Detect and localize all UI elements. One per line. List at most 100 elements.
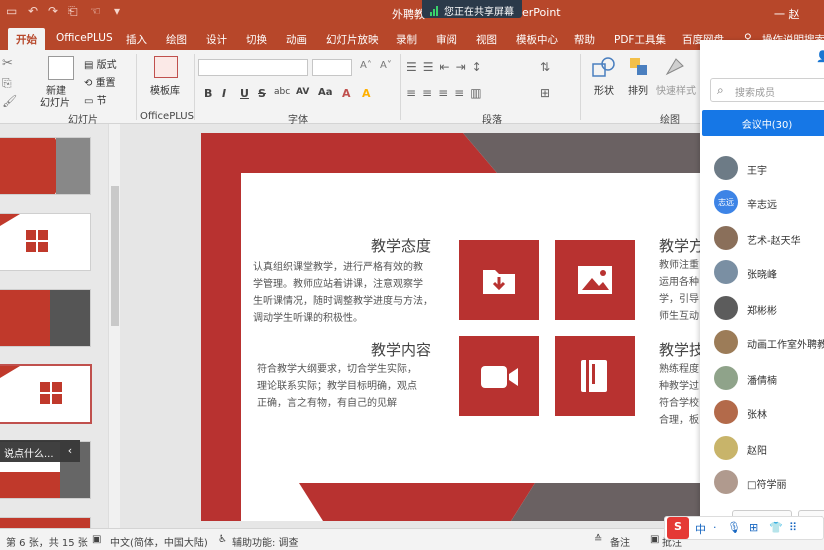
quick-access-icon[interactable]: ⎗ <box>68 4 78 19</box>
avatar <box>714 260 738 284</box>
tab-help[interactable]: 帮助 <box>574 32 595 47</box>
font-color-button[interactable]: A <box>342 87 351 100</box>
notes-button[interactable]: 备注 <box>610 534 630 549</box>
shadow-button[interactable]: abc <box>274 87 290 97</box>
member-item[interactable]: 赵阳 <box>714 436 824 462</box>
new-slide-icon[interactable] <box>48 56 74 80</box>
char-spacing-button[interactable]: AV <box>296 87 309 97</box>
tab-view[interactable]: 视图 <box>476 32 497 47</box>
language-indicator[interactable]: 中文(简体，中国大陆) <box>110 534 208 549</box>
slide-thumbnail-3[interactable] <box>0 214 90 270</box>
tab-slideshow[interactable]: 幻灯片放映 <box>326 32 379 47</box>
slide-thumbnail-8[interactable] <box>0 518 90 528</box>
font-name-dropdown[interactable] <box>198 59 308 76</box>
tab-officeplus[interactable]: OfficePLUS <box>56 32 113 44</box>
smartart-icon[interactable]: ⊞ <box>540 86 550 100</box>
spell-check-icon[interactable]: ▣ <box>92 534 101 545</box>
quick-styles-label[interactable]: 快速样式 <box>656 82 696 97</box>
tab-pdf-tools[interactable]: PDF工具集 <box>614 32 666 47</box>
tab-design[interactable]: 设计 <box>206 32 227 47</box>
list-buttons[interactable]: ☰☰⇤⇥↕ <box>406 60 488 74</box>
member-item[interactable]: 张晓峰 <box>714 260 824 286</box>
template-library-icon[interactable] <box>154 56 178 78</box>
sogou-logo-icon[interactable]: S <box>667 517 689 539</box>
bold-button[interactable]: B <box>204 87 212 100</box>
strikethrough-button[interactable]: S <box>258 87 266 100</box>
image-icon <box>578 266 612 294</box>
save-icon[interactable]: ▭ <box>6 4 17 18</box>
accessibility-status[interactable]: 辅助功能: 调查 <box>232 534 299 549</box>
copy-icon[interactable]: ⎘ <box>2 76 22 94</box>
search-members-input[interactable]: ⌕ 搜索成员 <box>710 78 824 102</box>
slide-thumbnail-4[interactable] <box>0 290 90 346</box>
underline-button[interactable]: U <box>240 87 249 100</box>
scrollbar-thumb[interactable] <box>111 186 119 326</box>
cut-icon[interactable]: ✂ <box>2 56 22 74</box>
arrange-icon[interactable] <box>628 56 650 78</box>
redo-icon[interactable]: ↷ <box>48 4 58 18</box>
shrink-font-icon[interactable]: A˅ <box>380 60 392 71</box>
layout-button[interactable]: ▤ 版式 <box>84 56 117 71</box>
undo-icon[interactable]: ↶ <box>28 4 38 18</box>
member-name: 张林 <box>747 410 767 421</box>
reset-button[interactable]: ⟲ 重置 <box>84 74 116 89</box>
avatar <box>714 366 738 390</box>
slide-thumbnail-2[interactable] <box>0 138 90 194</box>
member-item[interactable]: 王宇 <box>714 156 824 182</box>
user-name[interactable]: 一 赵 <box>774 6 800 22</box>
person-icon[interactable]: 👤 <box>816 50 824 63</box>
shapes-icon[interactable] <box>592 56 616 78</box>
member-item[interactable]: □符学丽 <box>714 470 824 496</box>
arrange-label[interactable]: 排列 <box>628 82 648 97</box>
section-button[interactable]: ▭ 节 <box>84 92 107 107</box>
member-item[interactable]: 张林 <box>714 400 824 426</box>
image-tile <box>555 240 635 320</box>
highlight-button[interactable]: A <box>362 87 371 100</box>
align-buttons[interactable]: ≡≡≡≡▥ <box>406 86 488 100</box>
tab-template-center[interactable]: 模板中心 <box>516 32 558 47</box>
tab-animations[interactable]: 动画 <box>286 32 307 47</box>
text-direction-icon[interactable]: ⇅ <box>540 60 550 74</box>
skin-icon[interactable]: 👕 <box>769 521 783 534</box>
ime-mode-chinese[interactable]: 中 <box>695 521 706 537</box>
change-case-button[interactable]: Aa <box>318 87 333 98</box>
thumbnails-scrollbar[interactable] <box>108 124 120 528</box>
shapes-label[interactable]: 形状 <box>594 82 614 97</box>
comments-icon: ▣ <box>650 534 660 545</box>
avatar <box>714 226 738 250</box>
folder-download-icon <box>483 270 515 294</box>
member-item[interactable]: 潘倩楠 <box>714 366 824 392</box>
body-teaching-method: 教师注重 运用各种 学，引导 师生互动 <box>659 260 699 322</box>
screen-share-banner[interactable]: 您正在共享屏幕 <box>422 0 522 18</box>
italic-button[interactable]: I <box>222 87 226 100</box>
tab-insert[interactable]: 插入 <box>126 32 147 47</box>
member-item[interactable]: 郑彬彬 <box>714 296 824 322</box>
ime-punctuation[interactable]: · <box>713 521 717 534</box>
group-label-officeplus: OfficePLUS <box>140 111 194 122</box>
tab-draw[interactable]: 绘图 <box>166 32 187 47</box>
touch-mode-icon[interactable]: ☜ <box>90 4 101 18</box>
collapse-chat-button[interactable]: ‹ <box>60 440 80 462</box>
member-item[interactable]: 艺术-赵天华 <box>714 226 824 252</box>
member-item[interactable]: 志远 辛志远 <box>714 190 824 216</box>
slide-thumbnail-6[interactable] <box>0 366 90 422</box>
ime-menu-icon[interactable]: ⠿ <box>789 521 797 534</box>
microphone-icon[interactable]: 🎙 <box>727 521 741 534</box>
slide-thumbnails-panel <box>0 124 108 528</box>
customize-quick-access-icon[interactable]: ▾ <box>114 4 120 18</box>
keyboard-icon[interactable]: ⊞ <box>749 521 758 534</box>
member-item[interactable]: 动画工作室外聘教 <box>714 330 824 356</box>
template-library-label[interactable]: 模板库 <box>150 82 180 97</box>
font-size-dropdown[interactable] <box>312 59 352 76</box>
quick-styles-icon[interactable] <box>664 56 686 78</box>
current-slide[interactable]: 教学态度 认真组织课堂教学，进行严格有效的教 学管理。教师应站着讲课，注意观察学… <box>201 133 721 521</box>
tab-review[interactable]: 审阅 <box>436 32 457 47</box>
member-name: 郑彬彬 <box>747 306 777 317</box>
grow-font-icon[interactable]: A˄ <box>360 60 372 71</box>
format-painter-icon[interactable]: 🖌 <box>2 94 22 112</box>
tab-transitions[interactable]: 切换 <box>246 32 267 47</box>
tab-record[interactable]: 录制 <box>396 32 417 47</box>
title-bar: ▭ ↶ ↷ ⎗ ☜ ▾ 外聘教 erPoint 您正在共享屏幕 一 赵 <box>0 0 824 26</box>
in-meeting-tab[interactable]: 会议中(30) <box>702 110 824 136</box>
new-slide-label-2[interactable]: 幻灯片 <box>40 94 70 109</box>
